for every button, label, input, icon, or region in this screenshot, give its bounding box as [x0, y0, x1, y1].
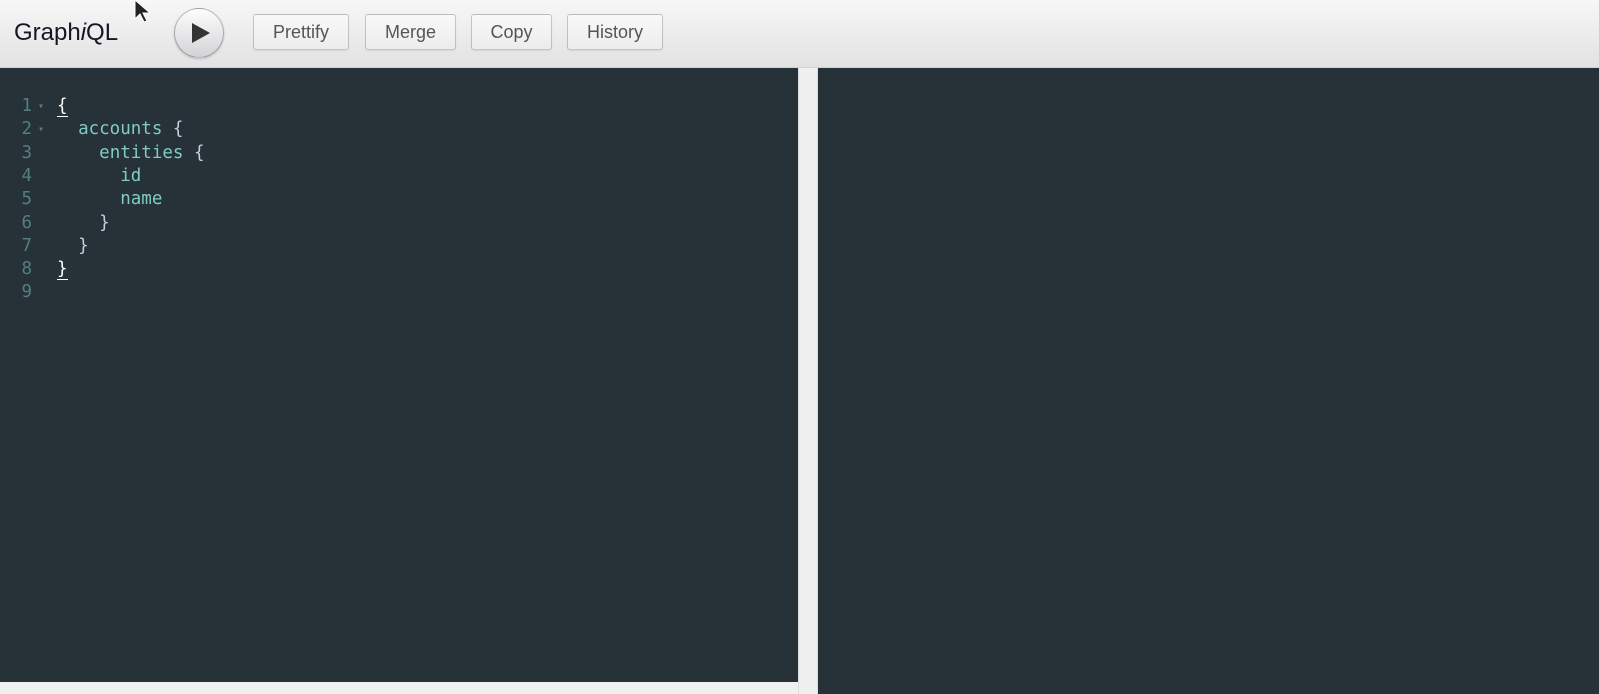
- code-text: name: [57, 188, 162, 211]
- code-line[interactable]: 8}: [0, 258, 790, 281]
- code-line[interactable]: 6 }: [0, 212, 790, 235]
- line-number: 7: [21, 235, 32, 256]
- line-number: 2: [21, 119, 32, 140]
- line-number: 5: [21, 189, 32, 210]
- app-title: GraphiQL: [14, 18, 118, 48]
- matched-brace-token: {: [57, 96, 68, 117]
- app-title-suffix: QL: [86, 19, 119, 46]
- line-number: 6: [21, 212, 32, 233]
- result-viewer: [818, 68, 1599, 694]
- punctuation-token: {: [162, 119, 184, 140]
- pane-splitter[interactable]: [798, 68, 818, 694]
- code-text: }: [57, 258, 68, 281]
- matched-brace-token: }: [57, 259, 68, 281]
- code-text: {: [57, 95, 68, 118]
- mouse-cursor-icon: [134, 0, 152, 23]
- code-text: }: [57, 212, 110, 235]
- execute-query-button[interactable]: [174, 8, 224, 58]
- punctuation-token: }: [78, 235, 89, 256]
- app-title-prefix: Graph: [14, 19, 81, 46]
- code-line[interactable]: 2 ▾ accounts {: [0, 118, 790, 141]
- code-line[interactable]: 7 }: [0, 235, 790, 258]
- code-line[interactable]: 3 entities {: [0, 142, 790, 165]
- field-token: entities: [99, 142, 184, 163]
- code-text: id: [57, 165, 141, 188]
- query-editor[interactable]: 1 ▾{2 ▾ accounts {3 entities {4 id 5 name 6 …: [0, 68, 798, 682]
- toolbar: GraphiQL Prettify Merge Copy History: [0, 0, 1600, 68]
- merge-button[interactable]: Merge: [365, 14, 456, 50]
- code-text: accounts {: [57, 118, 183, 141]
- play-icon: [192, 23, 210, 43]
- fold-arrow-icon[interactable]: ▾: [38, 118, 44, 141]
- code-line[interactable]: 1 ▾ {: [0, 95, 790, 118]
- code-text: }: [57, 235, 89, 258]
- line-number: 9: [21, 282, 32, 303]
- line-number: 4: [21, 165, 32, 186]
- query-editor-scrollbar[interactable]: [0, 682, 798, 694]
- line-number: 1: [21, 96, 32, 116]
- field-token: id: [120, 165, 142, 186]
- code-line[interactable]: 9: [0, 281, 790, 304]
- fold-arrow-icon[interactable]: ▾: [38, 95, 44, 118]
- copy-button[interactable]: Copy: [471, 14, 552, 50]
- field-token: accounts: [78, 119, 163, 140]
- punctuation-token: }: [99, 212, 110, 233]
- code-line[interactable]: 4 id: [0, 165, 790, 188]
- punctuation-token: {: [183, 142, 205, 163]
- code-line[interactable]: 5 name: [0, 188, 790, 211]
- prettify-button[interactable]: Prettify: [253, 14, 349, 50]
- field-token: name: [120, 189, 163, 210]
- code-text: entities {: [57, 142, 205, 165]
- line-number: 3: [21, 142, 32, 163]
- line-number: 8: [21, 259, 32, 280]
- history-button[interactable]: History: [567, 14, 663, 50]
